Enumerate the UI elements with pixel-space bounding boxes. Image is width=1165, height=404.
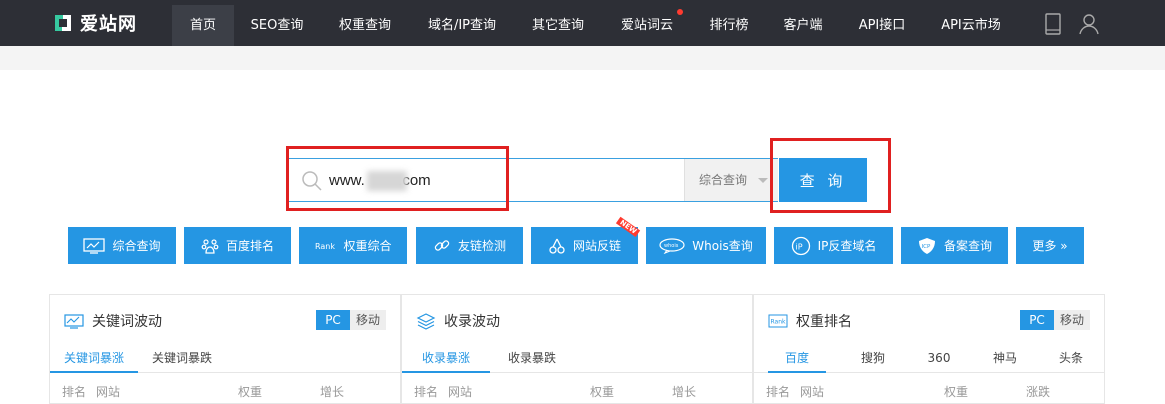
toggle-mobile[interactable]: 移动 [1054, 310, 1090, 330]
toggle-pc[interactable]: PC [316, 310, 350, 330]
panel-title: Rank 权重排名 [768, 311, 852, 331]
ip-icon: iP [791, 236, 810, 255]
rank-icon: Rank [315, 242, 335, 251]
whois-icon: whois [659, 237, 685, 254]
panel-keyword-fluctuation: 关键词波动 PC 移动 关键词暴涨 关键词暴跌 排名 网站 权重 增长 [49, 294, 401, 404]
tab-shenma[interactable]: 神马 [976, 345, 1034, 373]
sub-header-bar [0, 46, 1165, 70]
user-icon[interactable] [1078, 13, 1100, 35]
highlight-box-button [770, 138, 891, 213]
col-weight: 权重 [944, 385, 969, 399]
col-rank: 排名 [414, 385, 439, 399]
tab-toutiao[interactable]: 头条 [1042, 345, 1100, 373]
nav-item-other[interactable]: 其它查询 [520, 5, 596, 46]
nav-item-api-market[interactable]: API云市场 [930, 5, 1012, 46]
tab-360[interactable]: 360 [910, 345, 968, 373]
quick-btn-more[interactable]: 更多 » [1016, 227, 1084, 264]
quick-btn-label: 友链检测 [457, 239, 506, 253]
svg-text:Rank: Rank [315, 242, 335, 251]
mobile-icon[interactable] [1045, 13, 1061, 35]
tab-baidu[interactable]: 百度 [768, 345, 826, 373]
top-navbar: 爱站网 首页 SEO查询 权重查询 域名/IP查询 其它查询 爱站词云 排行榜 … [0, 0, 1165, 46]
logo-icon [55, 15, 71, 31]
nav-item-wordcloud[interactable]: 爱站词云 [610, 5, 684, 46]
quick-btn-label: 备案查询 [943, 239, 992, 253]
col-rank: 排名 [62, 385, 87, 399]
nav-item-api[interactable]: API接口 [848, 5, 916, 46]
highlight-box-input [286, 146, 509, 211]
backlink-icon [549, 238, 565, 254]
panel-index-fluctuation: 收录波动 收录暴涨 收录暴跌 排名 网站 权重 增长 [401, 294, 753, 404]
nav-item-domain-ip[interactable]: 域名/IP查询 [417, 5, 507, 46]
monitor-icon [83, 237, 106, 254]
nav-item-client[interactable]: 客户端 [772, 5, 834, 46]
svg-text:Rank: Rank [771, 319, 787, 326]
col-growth: 增长 [320, 385, 345, 399]
tab-keyword-rise[interactable]: 关键词暴涨 [50, 345, 138, 373]
quick-btn-comprehensive[interactable]: 综合查询 [68, 227, 176, 264]
quick-btn-label: Whois查询 [692, 239, 753, 253]
nav-item-seo[interactable]: SEO查询 [240, 5, 314, 46]
panel-title-text: 收录波动 [444, 314, 500, 330]
rank-icon: Rank [768, 314, 788, 328]
tab-index-rise[interactable]: 收录暴涨 [402, 345, 490, 373]
site-logo[interactable]: 爱站网 [52, 10, 137, 36]
tab-sogou[interactable]: 搜狗 [844, 345, 902, 373]
col-change: 涨跌 [1026, 385, 1051, 399]
col-weight: 权重 [238, 385, 263, 399]
toggle-mobile[interactable]: 移动 [350, 310, 386, 330]
quick-btn-baidu-rank[interactable]: 百度排名 [184, 227, 291, 264]
col-site: 网站 [96, 385, 121, 399]
search-type-select[interactable]: 综合查询 [684, 159, 778, 201]
tab-index-drop[interactable]: 收录暴跌 [490, 345, 574, 373]
panel-tabs: 关键词暴涨 关键词暴跌 [50, 345, 400, 373]
col-site: 网站 [800, 385, 825, 399]
toggle-pc[interactable]: PC [1020, 310, 1054, 330]
panel-tabs: 百度 搜狗 360 神马 头条 [754, 345, 1104, 373]
nav-item-weight[interactable]: 权重查询 [328, 5, 402, 46]
quick-btn-label: IP反查域名 [817, 239, 877, 253]
col-site: 网站 [448, 385, 473, 399]
svg-text:iP: iP [795, 242, 802, 251]
nav-item-home[interactable]: 首页 [172, 5, 234, 46]
brand-name: 爱站网 [80, 14, 137, 35]
quick-btn-backlink[interactable]: 网站反链 NEW [531, 216, 641, 264]
svg-text:ICP: ICP [921, 244, 930, 250]
quick-btn-label: 综合查询 [112, 239, 161, 253]
new-dot-badge [677, 9, 683, 15]
panel-title: 关键词波动 [64, 311, 162, 331]
quick-btn-ip-reverse[interactable]: iP IP反查域名 [774, 227, 893, 264]
tab-keyword-drop[interactable]: 关键词暴跌 [138, 345, 226, 373]
quick-btn-label: 百度排名 [225, 239, 274, 253]
panel-weight-ranking: Rank 权重排名 PC 移动 百度 搜狗 360 神马 头条 排名 网站 权重… [753, 294, 1105, 404]
nav-item-ranking[interactable]: 排行榜 [698, 5, 760, 46]
icp-icon: ICP [918, 237, 935, 254]
layers-icon [416, 313, 436, 330]
panel-title-text: 权重排名 [796, 314, 852, 330]
quick-btn-icp[interactable]: ICP 备案查询 [901, 227, 1008, 264]
quick-btn-label: 网站反链 [572, 239, 621, 253]
new-badge: NEW [615, 216, 641, 238]
link-icon [434, 239, 450, 251]
panel-tabs: 收录暴涨 收录暴跌 [402, 345, 752, 373]
quick-btn-label: 更多 » [1032, 239, 1068, 253]
quick-btn-weight[interactable]: Rank 权重综合 [299, 227, 407, 264]
chart-monitor-icon [64, 313, 84, 329]
panel-title-text: 关键词波动 [92, 314, 162, 330]
quick-btn-whois[interactable]: whois Whois查询 [646, 227, 766, 264]
col-weight: 权重 [590, 385, 615, 399]
quick-btn-label: 权重综合 [343, 239, 392, 253]
baidu-paw-icon [201, 238, 219, 254]
col-growth: 增长 [672, 385, 697, 399]
search-type-label: 综合查询 [699, 173, 748, 187]
quick-btn-friendlink[interactable]: 友链检测 [416, 227, 523, 264]
col-rank: 排名 [766, 385, 791, 399]
chevron-down-icon [758, 178, 768, 183]
panel-title: 收录波动 [416, 311, 500, 331]
svg-text:whois: whois [664, 243, 679, 249]
